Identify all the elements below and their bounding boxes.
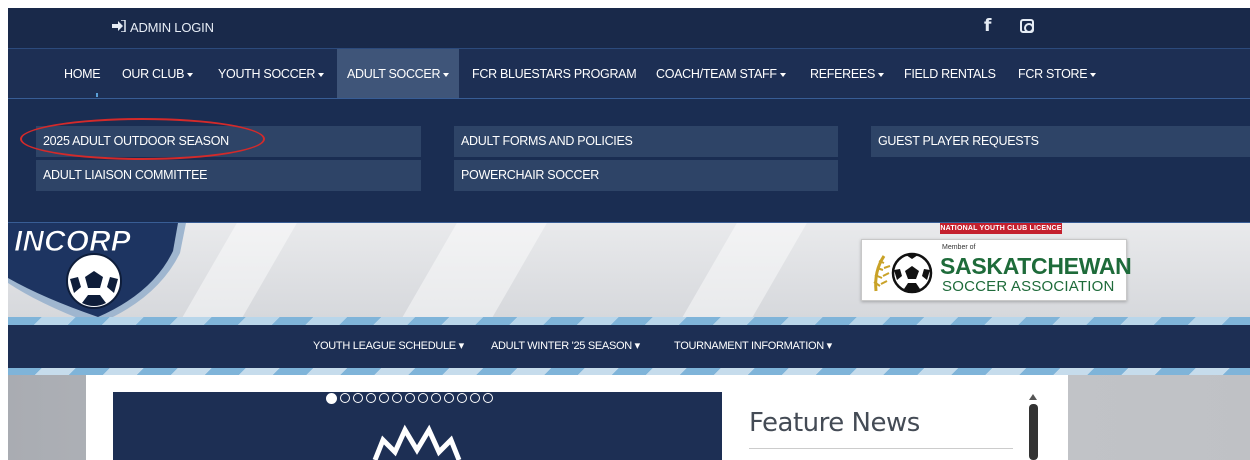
slider-dot[interactable] — [326, 393, 337, 404]
ssa-soccer-ball-icon — [873, 252, 933, 294]
subnav-item-adult-winter-season[interactable]: ADULT WINTER '25 SEASON ▾ — [491, 325, 640, 368]
nav-item-coach-team-staff[interactable]: COACH/TEAM STAFF — [650, 49, 792, 99]
nav-item-field-rentals[interactable]: FIELD RENTALS — [898, 49, 1002, 99]
nav-item-our-club[interactable]: OUR CLUB — [116, 49, 199, 99]
caret-down-icon — [318, 72, 325, 77]
nav-label: FCR STORE — [1018, 67, 1088, 81]
caret-down-icon — [877, 72, 884, 77]
caret-down-icon — [779, 72, 786, 77]
slider-dot[interactable] — [470, 393, 480, 403]
caret-down-icon — [187, 72, 194, 77]
nav-item-adult-soccer[interactable]: ADULT SOCCER — [337, 49, 460, 99]
slider-dot[interactable] — [353, 393, 363, 403]
dropdown-item-adult-liaison-committee[interactable]: ADULT LIAISON COMMITTEE — [36, 160, 421, 191]
nav-label: YOUTH SOCCER — [218, 67, 316, 81]
nav-label: FIELD RENTALS — [904, 67, 996, 81]
header-banner: INCORP NATIONAL YOUTH CLUB LICENCE Membe… — [8, 223, 1250, 323]
ssa-member-of: Member of — [942, 244, 976, 251]
licence-tag: NATIONAL YOUTH CLUB LICENCE — [940, 223, 1062, 234]
nav-label: FCR BLUESTARS PROGRAM — [472, 67, 637, 81]
adult-soccer-dropdown: 2025 ADULT OUTDOOR SEASON ADULT LIAISON … — [8, 98, 1250, 223]
nav-item-fcr-store[interactable]: FCR STORE — [1012, 49, 1102, 99]
banner-stripe — [399, 223, 547, 323]
slider-dot[interactable] — [392, 393, 402, 403]
ssa-title: SASKATCHEWAN — [940, 253, 1132, 279]
dropdown-item-guest-player-requests[interactable]: GUEST PLAYER REQUESTS — [871, 126, 1250, 157]
caret-down-icon — [1090, 72, 1097, 77]
nav-label: ADULT SOCCER — [347, 67, 441, 81]
ssa-logo-box[interactable]: Member of SASKATCHEWAN SOCCER ASSOCIATIO… — [861, 239, 1132, 301]
slider-dot[interactable] — [405, 393, 415, 403]
admin-login-link[interactable]: ADMIN LOGIN — [112, 19, 214, 35]
admin-login-label: ADMIN LOGIN — [130, 20, 214, 35]
banner-stripe — [679, 223, 807, 323]
nav-label: HOME — [64, 67, 101, 81]
subnav-decorative-stripe — [8, 317, 1250, 325]
nav-label: REFEREES — [810, 67, 875, 81]
slider-dot[interactable] — [366, 393, 376, 403]
home-active-indicator — [96, 93, 98, 97]
slider-dot[interactable] — [340, 393, 350, 403]
club-crest-logo[interactable]: INCORP — [8, 223, 198, 323]
secondary-navigation: YOUTH LEAGUE SCHEDULE ▾ ADULT WINTER '25… — [8, 325, 1250, 368]
nav-label: OUR CLUB — [122, 67, 185, 81]
slider-dot[interactable] — [431, 393, 441, 403]
slider-dot[interactable] — [444, 393, 454, 403]
instagram-icon[interactable] — [1020, 19, 1034, 33]
ssa-subtitle: SOCCER ASSOCIATION — [942, 278, 1115, 295]
dropdown-item-adult-forms-policies[interactable]: ADULT FORMS AND POLICIES — [454, 126, 838, 157]
feature-news-heading: Feature News — [749, 408, 920, 438]
subnav-decorative-stripe-bottom — [8, 368, 1250, 375]
svg-text:INCORP: INCORP — [14, 225, 132, 258]
slider-dot[interactable] — [457, 393, 467, 403]
feature-divider — [749, 448, 1013, 449]
nav-item-youth-soccer[interactable]: YOUTH SOCCER — [212, 49, 330, 99]
scrollbar-thumb[interactable] — [1029, 404, 1038, 460]
slider-dot[interactable] — [483, 393, 493, 403]
nav-item-fcr-bluestars[interactable]: FCR BLUESTARS PROGRAM — [466, 49, 642, 99]
main-navigation: HOME OUR CLUB YOUTH SOCCER ADULT SOCCER … — [8, 48, 1250, 99]
slider-dot[interactable] — [379, 393, 389, 403]
subnav-item-tournament-information[interactable]: TOURNAMENT INFORMATION ▾ — [674, 325, 832, 368]
dropdown-item-2025-adult-outdoor-season[interactable]: 2025 ADULT OUTDOOR SEASON — [36, 126, 421, 157]
dropdown-item-powerchair-soccer[interactable]: POWERCHAIR SOCCER — [454, 160, 838, 191]
nav-item-referees[interactable]: REFEREES — [804, 49, 890, 99]
subnav-item-youth-league-schedule[interactable]: YOUTH LEAGUE SCHEDULE ▾ — [313, 325, 464, 368]
top-utility-bar: ADMIN LOGIN f — [8, 8, 1250, 48]
slider-dot[interactable] — [418, 393, 428, 403]
nav-label: COACH/TEAM STAFF — [656, 67, 777, 81]
scroll-up-arrow-icon[interactable] — [1029, 394, 1037, 400]
caret-down-icon — [443, 72, 450, 77]
sign-in-icon — [112, 19, 126, 35]
facebook-icon[interactable]: f — [984, 16, 991, 36]
slider-dots — [326, 393, 493, 404]
nav-item-home[interactable]: HOME — [58, 49, 106, 99]
